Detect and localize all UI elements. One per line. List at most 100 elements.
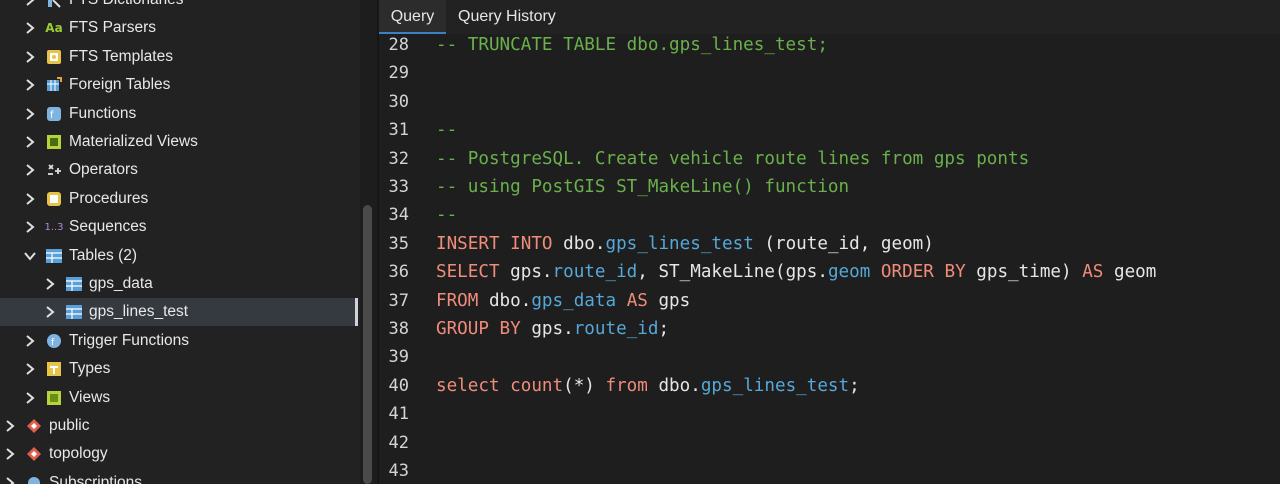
- tree-item-label: FTS Dictionaries: [69, 0, 184, 9]
- code-line[interactable]: FROM dbo.gps_data AS gps: [436, 289, 690, 317]
- tree-item[interactable]: f Functions: [0, 100, 358, 128]
- code-token: INSERT INTO: [436, 233, 553, 254]
- tree-item[interactable]: public: [0, 412, 358, 440]
- editor-scrollbar[interactable]: [1259, 34, 1280, 484]
- materialized-view-icon: [45, 133, 63, 151]
- code-token: dbo.: [552, 233, 606, 254]
- subscription-icon: [25, 474, 43, 484]
- chevron-down-icon[interactable]: [22, 248, 38, 264]
- code-token: gps.: [520, 319, 574, 339]
- tree-item[interactable]: topology: [0, 440, 358, 468]
- tree-item-label: Materialized Views: [69, 133, 198, 150]
- code-token: AS: [1082, 262, 1104, 283]
- code-token: ;: [658, 319, 670, 339]
- table-icon: [45, 247, 63, 265]
- tree-item[interactable]: Procedures: [0, 185, 358, 213]
- tree-item-label: Subscriptions: [49, 473, 143, 484]
- sidebar-scrollbar-thumb[interactable]: [363, 205, 372, 484]
- chevron-right-icon[interactable]: [42, 304, 58, 320]
- tree-item-label: FTS Parsers: [69, 19, 156, 37]
- tree-item-label: Sequences: [69, 218, 147, 236]
- line-number: 34: [388, 205, 409, 226]
- function-icon: f: [45, 105, 63, 123]
- foreign-table-icon: [45, 76, 63, 94]
- code-line[interactable]: select count(*) from dbo.gps_lines_test;: [436, 374, 860, 402]
- schema-icon: [25, 417, 43, 435]
- code-token: FROM: [436, 290, 479, 311]
- line-number: 33: [388, 177, 409, 197]
- tree-item[interactable]: Subscriptions: [0, 469, 358, 484]
- line-number: 41: [388, 404, 409, 425]
- tree-item[interactable]: 1..3 Sequences: [0, 213, 358, 241]
- line-number: 43: [388, 461, 409, 481]
- chevron-right-icon[interactable]: [22, 333, 38, 349]
- sequence-icon-text: 1..3: [44, 221, 64, 233]
- fts-template-icon: [45, 48, 63, 66]
- code-token: geom: [1103, 262, 1157, 283]
- tree-item-label: Trigger Functions: [69, 331, 190, 349]
- table-icon: [65, 275, 83, 293]
- code-token: --: [436, 205, 458, 226]
- tree-item[interactable]: Types: [0, 355, 358, 383]
- chevron-right-icon[interactable]: [22, 361, 38, 377]
- chevron-right-icon[interactable]: [42, 276, 58, 292]
- chevron-right-icon[interactable]: [22, 390, 38, 406]
- sql-code-editor[interactable]: 28 29 30 31 32 33 34 35 36 37 38 39 40 41 42 43 -- TRUN…: [379, 34, 1280, 484]
- line-number: 42: [388, 432, 409, 453]
- tree-item[interactable]: f Trigger Functions: [0, 327, 358, 355]
- chevron-right-icon[interactable]: [22, 0, 38, 8]
- chevron-right-icon[interactable]: [22, 162, 38, 178]
- line-number: 40: [388, 375, 409, 396]
- code-token: route_id: [573, 319, 659, 339]
- code-line[interactable]: -- TRUNCATE TABLE dbo.gps_lines_test;: [436, 34, 828, 61]
- code-token: -- TRUNCATE TABLE dbo.gps_lines_test;: [436, 35, 828, 55]
- code-token: --: [436, 120, 458, 141]
- code-token: geom: [827, 262, 871, 283]
- code-line[interactable]: -- using PostGIS ST_MakeLine() function: [436, 175, 849, 203]
- operator-icon: [45, 161, 63, 179]
- line-number: 37: [388, 290, 409, 311]
- tree-item[interactable]: Operators: [0, 156, 358, 184]
- code-token: GROUP BY: [436, 319, 521, 339]
- tree-item[interactable]: Foreign Tables: [0, 71, 358, 99]
- object-explorer-tree: FTS Dictionaries Aa FTS Parsers FTS Templat…: [0, 0, 360, 484]
- code-token: gps_time): [965, 262, 1083, 283]
- code-line[interactable]: --: [436, 203, 457, 231]
- chevron-right-icon[interactable]: [22, 219, 38, 235]
- tree-item-label: topology: [49, 445, 108, 463]
- chevron-right-icon[interactable]: [2, 475, 18, 484]
- code-line[interactable]: --: [436, 118, 457, 146]
- line-number: 30: [388, 91, 409, 112]
- chevron-right-icon[interactable]: [22, 106, 38, 122]
- chevron-right-icon[interactable]: [22, 77, 38, 93]
- tree-item-label: Foreign Tables: [69, 76, 171, 94]
- code-token: ;: [849, 375, 860, 396]
- code-line[interactable]: -- PostgreSQL. Create vehicle route line…: [436, 147, 1029, 175]
- chevron-right-icon[interactable]: [2, 446, 18, 462]
- fts-parser-icon: Aa: [45, 21, 63, 36]
- tree-item[interactable]: FTS Templates: [0, 43, 358, 71]
- tree-item[interactable]: gps_data: [0, 270, 358, 298]
- tab-query[interactable]: Query: [379, 0, 446, 34]
- tab-query-history[interactable]: Query History: [458, 0, 556, 34]
- code-line[interactable]: GROUP BY gps.route_id;: [436, 317, 669, 345]
- code-line[interactable]: INSERT INTO dbo.gps_lines_test (route_id…: [436, 232, 934, 260]
- chevron-right-icon[interactable]: [22, 191, 38, 207]
- sequence-icon: 1..3: [44, 218, 64, 236]
- chevron-right-icon[interactable]: [22, 134, 38, 150]
- tree-item[interactable]: gps_lines_test: [0, 298, 358, 327]
- tree-item-label: Tables (2): [69, 246, 138, 264]
- code-line[interactable]: SELECT gps.route_id, ST_MakeLine(gps.geo…: [436, 260, 1156, 288]
- line-number: 32: [388, 148, 409, 169]
- tree-item[interactable]: Tables (2): [0, 242, 358, 270]
- tree-item[interactable]: Views: [0, 384, 358, 412]
- code-token: from: [605, 375, 648, 396]
- tree-item[interactable]: FTS Dictionaries: [0, 0, 358, 14]
- code-token: gps_data: [531, 290, 617, 311]
- tree-item[interactable]: Aa FTS Parsers: [0, 14, 358, 42]
- tree-item[interactable]: Materialized Views: [0, 128, 358, 156]
- chevron-right-icon[interactable]: [22, 20, 38, 36]
- chevron-right-icon[interactable]: [2, 418, 18, 434]
- chevron-right-icon[interactable]: [22, 49, 38, 65]
- tree-item-label: Procedures: [69, 189, 149, 207]
